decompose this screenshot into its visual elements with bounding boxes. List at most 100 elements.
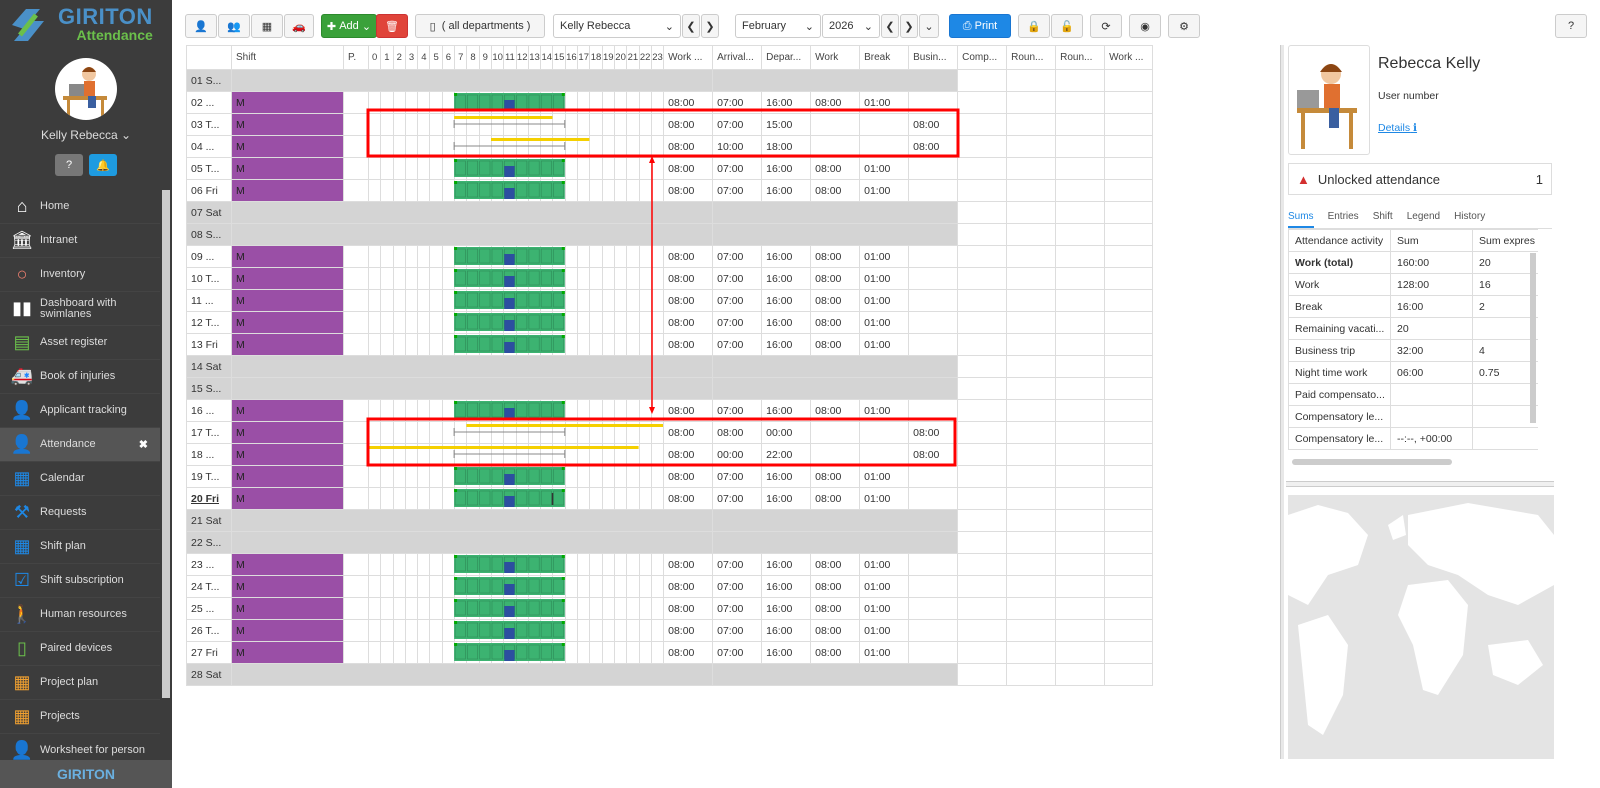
column-header[interactable]: 13 bbox=[527, 45, 542, 70]
column-header[interactable]: Break bbox=[859, 45, 910, 70]
panel-splitter[interactable] bbox=[1280, 45, 1284, 759]
table-row[interactable]: 12 T... M 08:00 07:00 16:00 08:00 01:00 bbox=[186, 311, 1154, 334]
sums-row[interactable]: Compensatory le... bbox=[1288, 405, 1538, 428]
nav-item-requests[interactable]: ⚒ Requests bbox=[0, 496, 160, 530]
next-person-button[interactable]: ❯ bbox=[701, 14, 719, 38]
nav-item-book-of-injuries[interactable]: 🚑 Book of injuries bbox=[0, 360, 160, 394]
table-row[interactable]: 26 T... M 08:00 07:00 16:00 08:00 01:00 bbox=[186, 619, 1154, 642]
table-row[interactable]: 15 S... bbox=[186, 377, 1154, 400]
tab-sums[interactable]: Sums bbox=[1288, 205, 1314, 228]
tab-shift[interactable]: Shift bbox=[1373, 205, 1393, 228]
column-header[interactable]: 19 bbox=[601, 45, 615, 70]
year-select[interactable]: 2026 ⌄ bbox=[822, 14, 880, 38]
column-header[interactable]: Roun... bbox=[1006, 45, 1057, 70]
table-row[interactable]: 16 ... M 08:00 07:00 16:00 08:00 01:00 bbox=[186, 399, 1154, 422]
unlock-button[interactable]: 🔓 bbox=[1051, 14, 1083, 38]
unlocked-attendance-row[interactable]: ▲ Unlocked attendance 1 bbox=[1288, 163, 1552, 195]
column-header[interactable]: 10 bbox=[490, 45, 505, 70]
tab-legend[interactable]: Legend bbox=[1407, 205, 1440, 228]
sums-header[interactable]: Sum expres bbox=[1472, 229, 1538, 252]
nav-item-shift-plan[interactable]: ▦ Shift plan bbox=[0, 530, 160, 564]
column-header[interactable]: 18 bbox=[589, 45, 603, 70]
departments-select[interactable]: ▯ ( all departments ) bbox=[415, 14, 545, 38]
nav-item-paired-devices[interactable]: ▯ Paired devices bbox=[0, 632, 160, 666]
column-header[interactable]: 8 bbox=[466, 45, 480, 70]
view-button[interactable]: ◉ bbox=[1129, 14, 1161, 38]
calendar-button[interactable]: ▦ bbox=[251, 14, 283, 38]
column-header[interactable]: 0 bbox=[367, 45, 382, 70]
sums-row[interactable]: Work 128:00 16 bbox=[1288, 273, 1538, 296]
column-header[interactable]: Work ... bbox=[1104, 45, 1154, 70]
table-row[interactable]: 23 ... M 08:00 07:00 16:00 08:00 01:00 bbox=[186, 553, 1154, 576]
sums-row[interactable]: Night time work 06:00 0.75 bbox=[1288, 361, 1538, 384]
nav-item-calendar[interactable]: ▦ Calendar bbox=[0, 462, 160, 496]
column-header[interactable]: 5 bbox=[429, 45, 443, 70]
nav-item-attendance[interactable]: 👤 Attendance ✖ bbox=[0, 428, 160, 462]
column-header[interactable]: Work ... bbox=[663, 45, 714, 70]
sums-row[interactable]: Work (total) 160:00 20 bbox=[1288, 251, 1538, 274]
month-select[interactable]: February ⌄ bbox=[735, 14, 821, 38]
table-row[interactable]: 01 S... bbox=[186, 69, 1154, 92]
column-header[interactable]: 16 bbox=[564, 45, 579, 70]
table-row[interactable]: 22 S... bbox=[186, 531, 1154, 554]
user-name-dropdown[interactable]: Kelly Rebecca ⌄ bbox=[0, 128, 172, 142]
column-header[interactable]: Busin... bbox=[908, 45, 959, 70]
column-header[interactable]: 1 bbox=[380, 45, 394, 70]
table-row[interactable]: 02 ... M 08:00 07:00 16:00 08:00 01:00 bbox=[186, 91, 1154, 114]
table-row[interactable]: 13 Fri M 08:00 07:00 16:00 08:00 01:00 bbox=[186, 333, 1154, 356]
column-header[interactable]: Comp... bbox=[957, 45, 1008, 70]
nav-item-shift-subscription[interactable]: ☑ Shift subscription bbox=[0, 564, 160, 598]
nav-item-home[interactable]: ⌂ Home bbox=[0, 190, 160, 224]
column-header[interactable]: 17 bbox=[577, 45, 591, 70]
help-button[interactable]: ? bbox=[55, 154, 83, 176]
panel-splitter-h[interactable] bbox=[1286, 481, 1554, 487]
sums-vscroll[interactable] bbox=[1530, 253, 1536, 423]
nav-item-dashboard-with-swimlanes[interactable]: ▮▮ Dashboard with swimlanes bbox=[0, 292, 160, 326]
table-row[interactable]: 08 S... bbox=[186, 223, 1154, 246]
delete-button[interactable]: 🗑 bbox=[376, 14, 408, 38]
nav-item-human-resources[interactable]: 🚶 Human resources bbox=[0, 598, 160, 632]
lock-button[interactable]: 🔒 bbox=[1018, 14, 1050, 38]
table-row[interactable]: 14 Sat bbox=[186, 355, 1154, 378]
table-row[interactable]: 25 ... M 08:00 07:00 16:00 08:00 01:00 bbox=[186, 597, 1154, 620]
column-header[interactable]: Depar... bbox=[761, 45, 812, 70]
column-header[interactable]: 9 bbox=[478, 45, 492, 70]
table-row[interactable]: 04 ... M 08:00 10:00 18:00 08:00 bbox=[186, 135, 1154, 158]
next-month-button[interactable]: ❯ bbox=[900, 14, 918, 38]
sums-row[interactable]: Paid compensato... bbox=[1288, 383, 1538, 406]
sums-row[interactable]: Business trip 32:00 4 bbox=[1288, 339, 1538, 362]
group-button[interactable]: 👥 bbox=[218, 14, 250, 38]
column-header[interactable]: Shift bbox=[231, 45, 344, 70]
column-header[interactable]: 20 bbox=[613, 45, 628, 70]
column-header[interactable]: 7 bbox=[454, 45, 468, 70]
nav-item-project-plan[interactable]: ▦ Project plan bbox=[0, 666, 160, 700]
nav-item-asset-register[interactable]: ▤ Asset register bbox=[0, 326, 160, 360]
app-logo[interactable]: GIRITON Attendance bbox=[0, 0, 172, 50]
sums-row[interactable]: Compensatory le... --:--, +00:00 bbox=[1288, 427, 1538, 450]
column-header[interactable]: 14 bbox=[540, 45, 554, 70]
refresh-button[interactable]: ⟳ bbox=[1090, 14, 1122, 38]
nav-item-inventory[interactable]: ○ Inventory bbox=[0, 258, 160, 292]
table-row[interactable]: 05 T... M 08:00 07:00 16:00 08:00 01:00 bbox=[186, 157, 1154, 180]
column-header[interactable]: 22 bbox=[638, 45, 652, 70]
nav-item-projects[interactable]: ▦ Projects bbox=[0, 700, 160, 734]
details-link[interactable]: Details ℹ bbox=[1378, 122, 1417, 134]
print-button[interactable]: ⎙ Print bbox=[949, 14, 1011, 38]
column-header[interactable]: Arrival... bbox=[712, 45, 763, 70]
table-row[interactable]: 11 ... M 08:00 07:00 16:00 08:00 01:00 bbox=[186, 289, 1154, 312]
column-header[interactable]: 2 bbox=[392, 45, 406, 70]
table-row[interactable]: 24 T... M 08:00 07:00 16:00 08:00 01:00 bbox=[186, 575, 1154, 598]
notifications-button[interactable]: 🔔 bbox=[89, 154, 117, 176]
table-row[interactable]: 20 Fri M 08:00 07:00 16:00 08:00 01:00 bbox=[186, 487, 1154, 510]
sidebar-scrollbar[interactable] bbox=[162, 190, 170, 698]
column-header[interactable]: 15 bbox=[552, 45, 566, 70]
world-map[interactable] bbox=[1288, 495, 1554, 759]
table-row[interactable]: 03 T... M 08:00 07:00 15:00 08:00 bbox=[186, 113, 1154, 136]
column-header[interactable]: 3 bbox=[404, 45, 419, 70]
table-row[interactable]: 27 Fri M 08:00 07:00 16:00 08:00 01:00 bbox=[186, 641, 1154, 664]
prev-person-button[interactable]: ❮ bbox=[682, 14, 700, 38]
nav-item-intranet[interactable]: 🏛 Intranet bbox=[0, 224, 160, 258]
add-button[interactable]: ✚ Add ⌄ bbox=[321, 14, 377, 38]
column-header[interactable]: 4 bbox=[417, 45, 431, 70]
sums-header[interactable]: Sum bbox=[1390, 229, 1473, 252]
